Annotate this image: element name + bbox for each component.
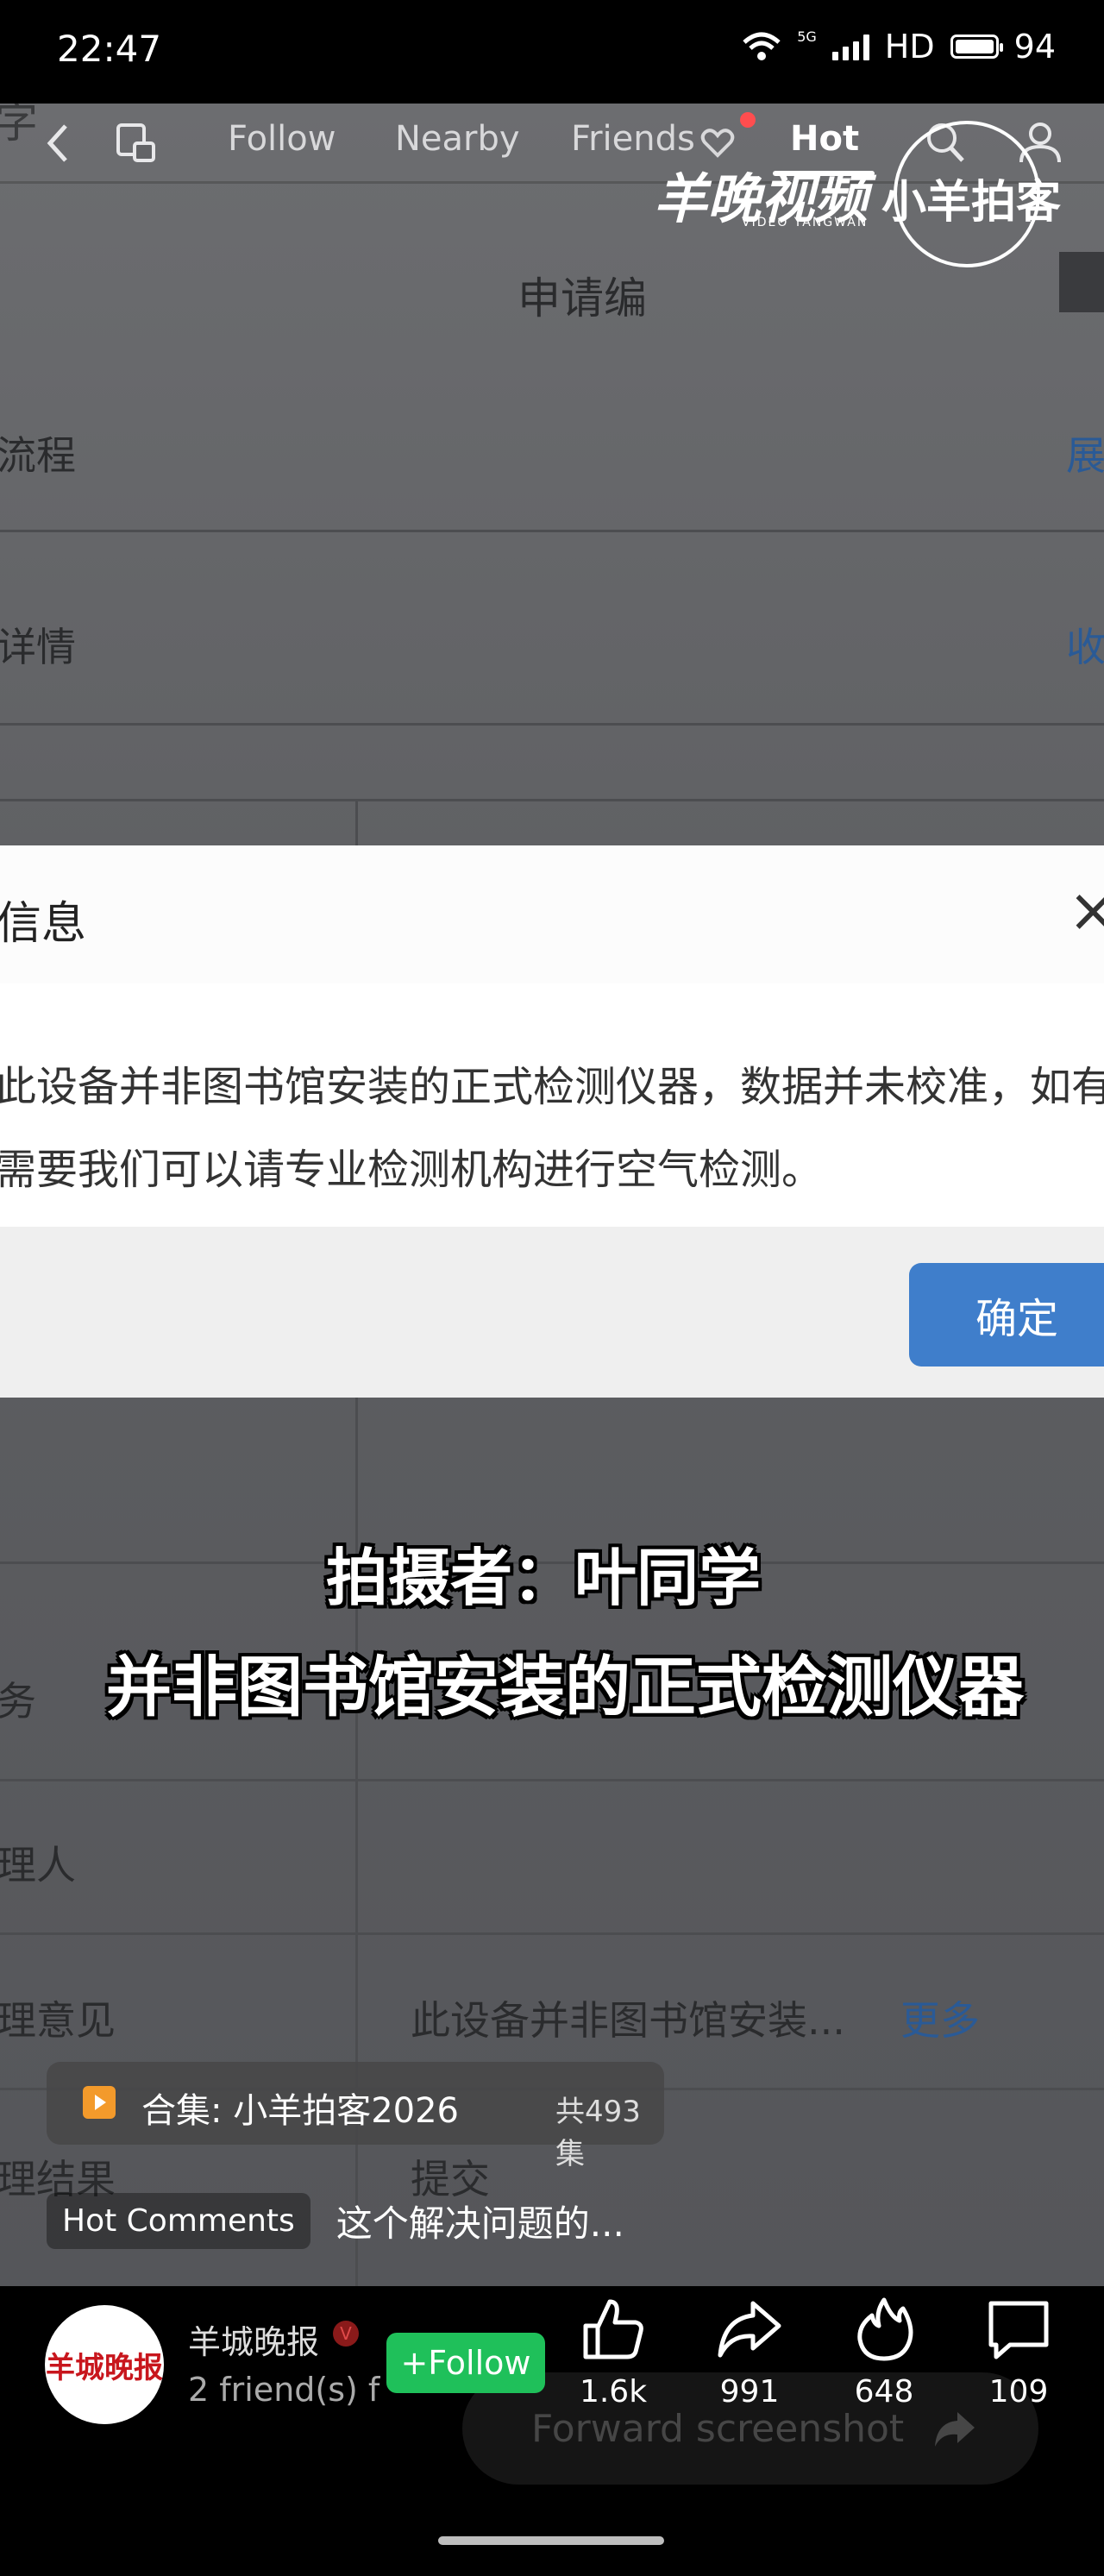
close-icon[interactable]: × xyxy=(1068,880,1104,940)
tab-nearby[interactable]: Nearby xyxy=(395,119,520,159)
battery-level: 94 xyxy=(1013,28,1056,66)
subtitle-line-2: 并非图书馆安装的正式检测仪器 xyxy=(106,1649,1024,1725)
yangwan-video-logo-sub: VIDEO YANGWAN xyxy=(742,216,869,229)
battery-icon xyxy=(950,35,1003,59)
share-button[interactable]: 991 xyxy=(693,2295,806,2410)
notification-dot xyxy=(740,112,756,128)
comment-count: 109 xyxy=(988,2374,1049,2410)
confirm-button[interactable]: 确定 xyxy=(909,1263,1104,1367)
author-name[interactable]: 羊城晚报 xyxy=(188,2315,319,2363)
forward-arrow-icon xyxy=(935,2412,975,2447)
forward-hint-text: Forward screenshot xyxy=(531,2406,905,2451)
bg-row-action: 展 xyxy=(1066,432,1104,479)
bg-row-label: 详情 xyxy=(0,624,76,670)
bg-divider xyxy=(0,1779,1104,1781)
dialog-header: 信息 × xyxy=(0,845,1104,985)
hot-comments-tag: Hot Comments xyxy=(47,2192,310,2249)
home-indicator[interactable] xyxy=(438,2536,664,2545)
playlist-icon xyxy=(83,2086,116,2119)
follow-button[interactable]: +Follow xyxy=(386,2333,545,2393)
wifi-icon xyxy=(743,32,781,60)
bg-row-value: 此设备并非图书馆安装... xyxy=(411,1997,845,2044)
xiaoyang-paike-logo-text: 小羊拍客 xyxy=(881,176,1062,229)
network-label: 5G xyxy=(797,28,817,45)
comment-button[interactable]: 109 xyxy=(963,2295,1075,2410)
heart-icon xyxy=(700,129,735,158)
more-link: 更多 xyxy=(900,1997,980,2044)
info-dialog: 信息 × 此设备并非图书馆安装的正式检测仪器，数据并未校准，如有需要我们可以请专… xyxy=(0,845,1104,1398)
signal-icon xyxy=(831,33,869,60)
bg-divider xyxy=(0,799,1104,801)
video-player[interactable]: 字 Follow Nearby Friends Hot 申请编 流程 展 详情 … xyxy=(0,104,1104,2286)
bg-divider xyxy=(0,723,1104,726)
avatar-text: 羊城晚报 xyxy=(46,2350,163,2385)
share-count: 991 xyxy=(719,2374,780,2410)
comment-icon xyxy=(988,2301,1049,2359)
like-count: 1.6k xyxy=(579,2374,648,2410)
dialog-footer: 确定 xyxy=(0,1227,1104,1398)
back-icon[interactable] xyxy=(45,123,71,164)
status-bar: 22:47 5G HD 94 xyxy=(0,0,1104,104)
thumbs-up-icon xyxy=(583,2299,643,2359)
verified-badge-icon: V xyxy=(333,2321,359,2347)
multiwindow-icon[interactable] xyxy=(116,123,159,164)
collection-count: 共493集 xyxy=(555,2095,641,2171)
fire-icon xyxy=(857,2297,913,2361)
status-indicators: 5G HD 94 xyxy=(742,28,1056,66)
share-icon xyxy=(718,2301,781,2358)
friends-text: 2 friend(s) f xyxy=(188,2371,380,2409)
avatar[interactable]: 羊城晚报 xyxy=(45,2305,164,2424)
collection-chip[interactable]: 合集: 小羊拍客2026 共493集 xyxy=(47,2062,664,2171)
bg-button xyxy=(1059,252,1104,312)
hot-comment-text: 这个解决问题的... xyxy=(336,2202,624,2245)
fire-button[interactable]: 648 xyxy=(828,2295,940,2410)
bg-row-action: 收 xyxy=(1066,624,1104,670)
hot-comments[interactable]: Hot Comments 这个解决问题的... xyxy=(47,2188,624,2253)
tab-hot[interactable]: Hot xyxy=(790,119,859,159)
dialog-message: 此设备并非图书馆安装的正式检测仪器，数据并未校准，如有需要我们可以请专业检测机构… xyxy=(0,1063,1104,1194)
collection-label: 合集: 小羊拍客2026 xyxy=(141,2091,459,2131)
bg-divider xyxy=(0,1932,1104,1935)
subtitle-line-1: 拍摄者：叶同学 xyxy=(325,1542,761,1614)
hd-label: HD xyxy=(884,28,935,66)
like-button[interactable]: 1.6k xyxy=(557,2295,669,2410)
bg-divider xyxy=(355,799,358,845)
bg-row-label: 流程 xyxy=(0,432,76,479)
tab-follow[interactable]: Follow xyxy=(228,119,336,159)
tab-friends[interactable]: Friends xyxy=(571,119,695,159)
status-time: 22:47 xyxy=(57,28,162,70)
bg-apply-text: 申请编 xyxy=(518,273,647,324)
bg-divider xyxy=(0,530,1104,532)
dialog-title: 信息 xyxy=(0,898,87,950)
bg-row-handler: 理人 xyxy=(0,1842,76,1888)
fire-count: 648 xyxy=(854,2374,914,2410)
bg-row-label: 理意见 xyxy=(0,1997,116,2044)
